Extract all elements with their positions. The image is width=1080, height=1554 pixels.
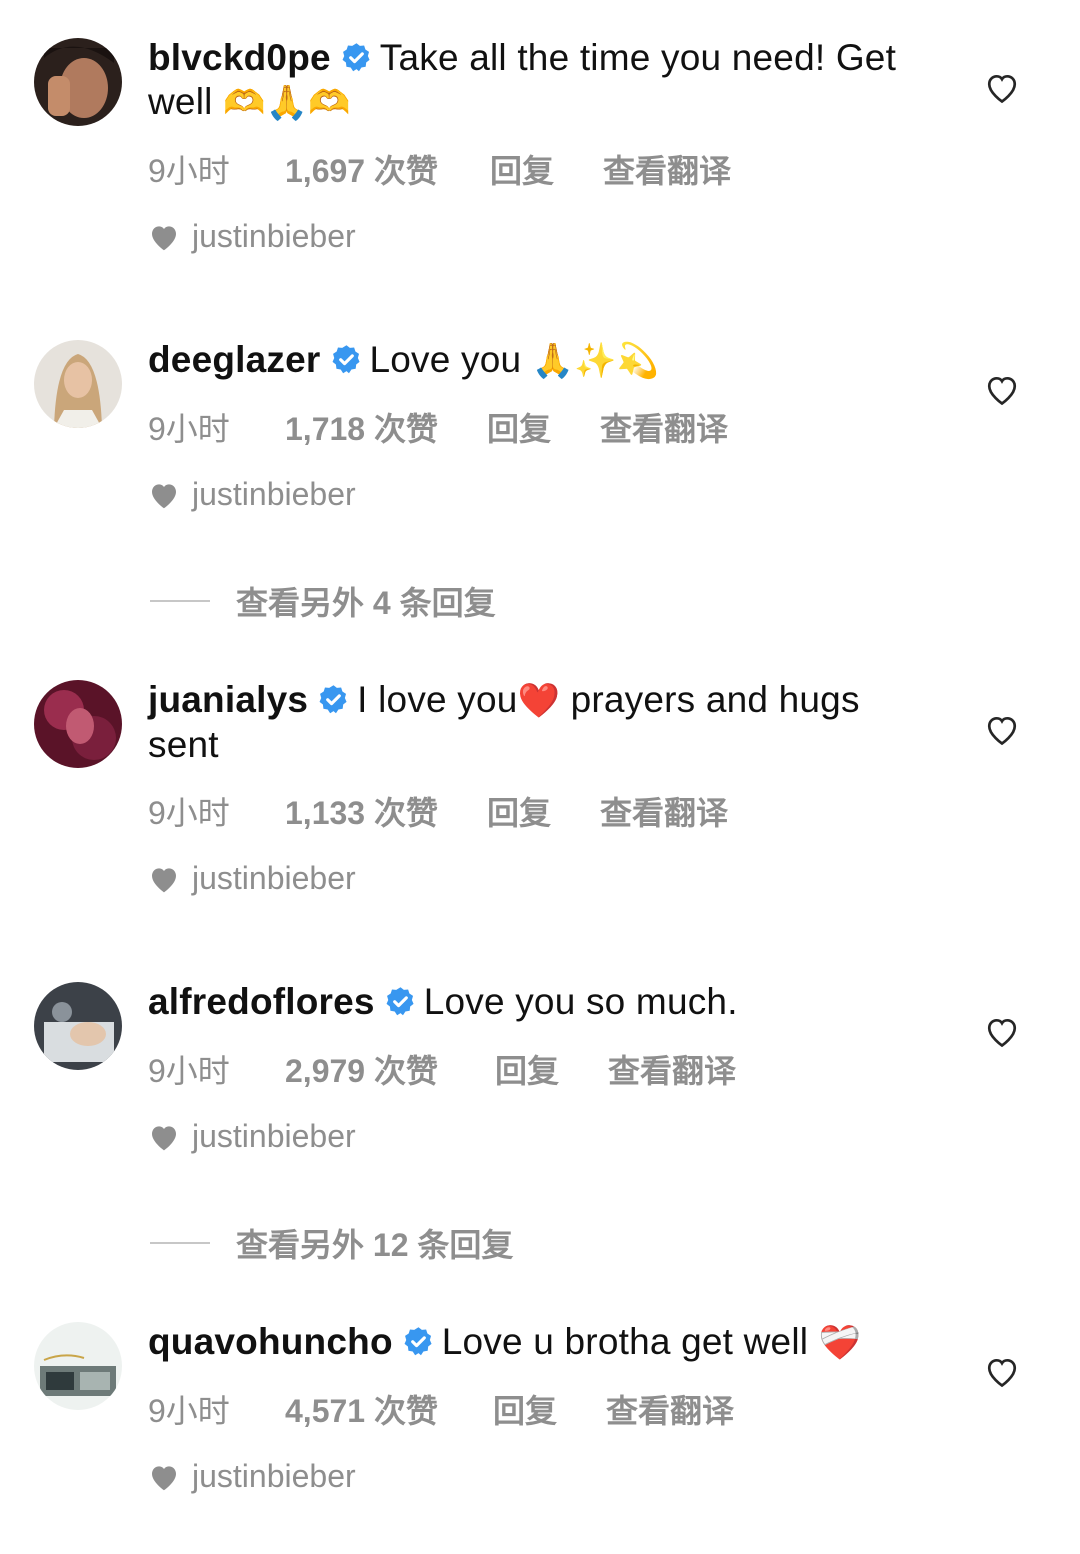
liked-by-author: justinbieber bbox=[148, 1118, 356, 1155]
comment-username[interactable]: deeglazer bbox=[148, 339, 321, 380]
divider-line bbox=[150, 1242, 210, 1244]
divider-line bbox=[150, 600, 210, 602]
comment-time: 9小时 bbox=[148, 411, 230, 447]
comment-text: Love you so much. bbox=[423, 981, 738, 1022]
comment-username[interactable]: juanialys bbox=[148, 679, 308, 720]
comment-meta: 9小时 1,718 次赞 回复 查看翻译 bbox=[148, 404, 728, 450]
heart-icon[interactable] bbox=[984, 373, 1020, 407]
liked-by-username[interactable]: justinbieber bbox=[192, 218, 356, 255]
avatar[interactable] bbox=[34, 38, 122, 126]
comment-emoji: 🫶🙏🫶 bbox=[223, 83, 351, 123]
comment-meta: 9小时 2,979 次赞 回复 查看翻译 bbox=[148, 1046, 736, 1092]
view-more-replies[interactable]: 查看另外 4 条回复 bbox=[150, 578, 496, 624]
liked-by-username[interactable]: justinbieber bbox=[192, 476, 356, 513]
reply-button[interactable]: 回复 bbox=[495, 1046, 608, 1092]
comment-meta: 9小时 4,571 次赞 回复 查看翻译 bbox=[148, 1386, 734, 1432]
view-replies-label: 查看另外 4 条回复 bbox=[236, 585, 496, 621]
avatar[interactable] bbox=[34, 680, 122, 768]
translate-button[interactable]: 查看翻译 bbox=[608, 1046, 736, 1092]
reply-button[interactable]: 回复 bbox=[487, 788, 600, 834]
reply-button[interactable]: 回复 bbox=[493, 1386, 606, 1432]
comment-username[interactable]: quavohuncho bbox=[148, 1321, 393, 1362]
comment-text: I love you bbox=[357, 679, 518, 720]
comment-likes[interactable]: 1,718 次赞 bbox=[285, 404, 487, 450]
comment-likes[interactable]: 1,697 次赞 bbox=[285, 146, 490, 192]
comment-text: Love u brotha get well bbox=[441, 1321, 809, 1362]
comment-body: juanialys I love you❤️ prayers and hugs s… bbox=[148, 678, 938, 767]
comment-time: 9小时 bbox=[148, 1053, 230, 1089]
liked-by-author: justinbieber bbox=[148, 476, 356, 513]
comment-likes[interactable]: 1,133 次赞 bbox=[285, 788, 487, 834]
liked-by-username[interactable]: justinbieber bbox=[192, 1458, 356, 1495]
comment-emoji: 🙏✨💫 bbox=[531, 341, 660, 381]
verified-badge-icon bbox=[332, 345, 360, 374]
verified-badge-icon bbox=[404, 1327, 432, 1356]
comment-body: alfredoflores Love you so much. bbox=[148, 980, 938, 1024]
comment-username[interactable]: alfredoflores bbox=[148, 981, 375, 1022]
avatar-image bbox=[34, 38, 122, 126]
comment-meta: 9小时 1,133 次赞 回复 查看翻译 bbox=[148, 788, 728, 834]
translate-button[interactable]: 查看翻译 bbox=[603, 146, 731, 192]
liked-by-author: justinbieber bbox=[148, 218, 356, 255]
heart-icon[interactable] bbox=[984, 713, 1020, 747]
liked-by-username[interactable]: justinbieber bbox=[192, 860, 356, 897]
filled-heart-icon bbox=[152, 225, 176, 250]
reply-button[interactable]: 回复 bbox=[487, 404, 600, 450]
liked-by-author: justinbieber bbox=[148, 860, 356, 897]
heart-icon[interactable] bbox=[984, 1355, 1020, 1389]
liked-by-author: justinbieber bbox=[148, 1458, 356, 1495]
translate-button[interactable]: 查看翻译 bbox=[600, 788, 728, 834]
view-replies-label: 查看另外 12 条回复 bbox=[236, 1227, 514, 1263]
avatar[interactable] bbox=[34, 982, 122, 1070]
comment-time: 9小时 bbox=[148, 153, 230, 189]
comment-body: quavohuncho Love u brotha get well ❤️‍🩹 bbox=[148, 1320, 938, 1365]
comment-emoji: ❤️‍🩹 bbox=[818, 1323, 862, 1363]
avatar-image bbox=[34, 680, 122, 768]
verified-badge-icon bbox=[342, 43, 370, 72]
comment-username[interactable]: blvckd0pe bbox=[148, 37, 331, 78]
avatar[interactable] bbox=[34, 340, 122, 428]
comment-body: blvckd0pe Take all the time you need! Get… bbox=[148, 36, 938, 125]
heart-icon[interactable] bbox=[984, 71, 1020, 105]
comment-time: 9小时 bbox=[148, 795, 230, 831]
avatar[interactable] bbox=[34, 1322, 122, 1410]
translate-button[interactable]: 查看翻译 bbox=[606, 1386, 734, 1432]
avatar-image bbox=[34, 1322, 122, 1410]
verified-badge-icon bbox=[386, 987, 414, 1016]
filled-heart-icon bbox=[152, 1465, 176, 1490]
comment-time: 9小时 bbox=[148, 1393, 230, 1429]
filled-heart-icon bbox=[152, 867, 176, 892]
comment-text: Love you bbox=[369, 339, 522, 380]
filled-heart-icon bbox=[152, 1125, 176, 1150]
comment-emoji: ❤️ bbox=[517, 681, 561, 721]
reply-button[interactable]: 回复 bbox=[490, 146, 603, 192]
comment-meta: 9小时 1,697 次赞 回复 查看翻译 bbox=[148, 146, 731, 192]
liked-by-username[interactable]: justinbieber bbox=[192, 1118, 356, 1155]
verified-badge-icon bbox=[319, 685, 347, 714]
avatar-image bbox=[34, 340, 122, 428]
comment-likes[interactable]: 4,571 次赞 bbox=[285, 1386, 493, 1432]
filled-heart-icon bbox=[152, 483, 176, 508]
view-more-replies[interactable]: 查看另外 12 条回复 bbox=[150, 1220, 513, 1266]
heart-icon[interactable] bbox=[984, 1015, 1020, 1049]
comment-likes[interactable]: 2,979 次赞 bbox=[285, 1046, 495, 1092]
comment-body: deeglazer Love you 🙏✨💫 bbox=[148, 338, 938, 383]
translate-button[interactable]: 查看翻译 bbox=[600, 404, 728, 450]
avatar-image bbox=[34, 982, 122, 1070]
